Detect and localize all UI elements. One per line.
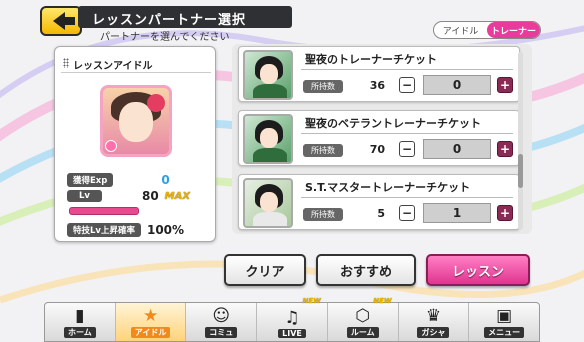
hold-label: 所持数 — [303, 208, 343, 221]
exp-label: 獲得Exp — [67, 173, 114, 187]
nav-menu[interactable]: ▣ メニュー — [469, 303, 539, 341]
thumb-body — [253, 84, 287, 98]
thumb-face — [260, 128, 278, 148]
menu-icon: ▣ — [496, 306, 513, 326]
skill-rate-label: 特技Lv上昇確率 — [67, 223, 141, 237]
trainer-thumbnail — [243, 50, 293, 100]
live-icon: ♫ — [284, 308, 300, 328]
lesson-idol-title: レッスンアイドル — [61, 53, 211, 73]
ticket-item[interactable]: 聖夜のベテラントレーナーチケット 所持数 70 − 0 + — [238, 110, 520, 166]
thumb-body — [253, 212, 287, 226]
bottom-nav: ▮ ホーム ★ アイドル ☺ コミュ NEW ♫ LIVE NEW ⬡ ルーム … — [44, 297, 540, 342]
nav-live-label: LIVE — [278, 329, 306, 338]
max-tag: MAX — [164, 190, 191, 202]
partner-type-toggle: アイドル トレーナー — [433, 21, 541, 39]
nav-idol[interactable]: ★ アイドル — [115, 303, 187, 341]
lv-value: 80 — [141, 189, 159, 203]
increase-button[interactable]: + — [497, 77, 513, 93]
exp-value: 0 — [161, 173, 170, 187]
scrollbar-thumb[interactable] — [518, 154, 523, 188]
ticket-name: 聖夜のトレーナーチケット — [305, 53, 437, 66]
ticket-name: 聖夜のベテラントレーナーチケット — [305, 117, 481, 130]
skill-rate-value: 100% — [146, 223, 185, 237]
hold-count: 36 — [369, 79, 385, 92]
decrease-button[interactable]: − — [399, 141, 415, 157]
nav-home[interactable]: ▮ ホーム — [45, 303, 116, 341]
increase-button[interactable]: + — [497, 205, 513, 221]
clear-button[interactable]: クリア — [224, 254, 306, 286]
trainer-thumbnail — [243, 178, 293, 228]
toggle-idol[interactable]: アイドル — [434, 22, 487, 38]
gacha-icon: ♛ — [425, 306, 442, 326]
portrait-flower — [147, 94, 165, 112]
thumb-face — [260, 64, 278, 84]
divider — [301, 197, 513, 198]
quantity-field[interactable]: 0 — [423, 75, 491, 95]
hold-count: 70 — [369, 143, 385, 156]
list-scrollbar[interactable] — [518, 52, 523, 230]
ticket-list[interactable]: 聖夜のトレーナーチケット 所持数 36 − 0 + 聖夜のベテラントレーナーチケ… — [232, 44, 532, 234]
page-title: レッスンパートナー選択 — [78, 6, 292, 28]
new-badge: NEW — [302, 297, 321, 305]
ticket-item[interactable]: S.T.マスタートレーナーチケット 所持数 5 − 1 + — [238, 174, 520, 230]
back-button[interactable] — [40, 6, 82, 36]
quantity-field[interactable]: 0 — [423, 139, 491, 159]
lesson-idol-title-text: レッスンアイドル — [73, 61, 153, 72]
nav-idol-label: アイドル — [130, 327, 171, 338]
decrease-button[interactable]: − — [399, 77, 415, 93]
lesson-idol-panel: レッスンアイドル 獲得Exp 0 Lv 80 MAX 特技Lv上昇確率 100% — [54, 46, 216, 242]
thumb-body — [253, 148, 287, 162]
hold-label: 所持数 — [303, 80, 343, 93]
nav-commu-label: コミュ — [205, 327, 238, 338]
ticket-item[interactable]: 聖夜のトレーナーチケット 所持数 36 − 0 + — [238, 46, 520, 102]
exp-gauge — [69, 207, 139, 215]
thumb-face — [260, 192, 278, 212]
commu-icon: ☺ — [212, 306, 231, 326]
lv-label: Lv — [67, 190, 102, 202]
idol-icon: ★ — [142, 306, 159, 326]
page-subtitle: パートナーを選んでください — [100, 32, 230, 43]
exp-row: 獲得Exp 0 — [67, 173, 170, 187]
nav-commu[interactable]: ☺ コミュ — [186, 303, 258, 341]
lesson-button[interactable]: レッスン — [426, 254, 530, 286]
quantity-field[interactable]: 1 — [423, 203, 491, 223]
toggle-trainer[interactable]: トレーナー — [487, 22, 540, 38]
nav-gacha[interactable]: ♛ ガシャ — [399, 303, 470, 341]
new-badge: NEW — [373, 297, 392, 305]
nav-home-label: ホーム — [63, 327, 96, 338]
hold-count: 5 — [377, 207, 385, 220]
dots-icon — [63, 58, 69, 68]
attribute-badge-icon — [105, 140, 117, 152]
idol-portrait[interactable] — [100, 85, 172, 157]
skill-rate-row: 特技Lv上昇確率 100% — [67, 223, 184, 237]
home-icon: ▮ — [75, 306, 85, 326]
room-icon: ⬡ — [355, 306, 371, 326]
hold-label: 所持数 — [303, 144, 343, 157]
nav-gacha-label: ガシャ — [417, 327, 450, 338]
nav-room-label: ルーム — [346, 327, 379, 338]
nav-menu-label: メニュー — [484, 327, 525, 338]
back-arrow-icon — [53, 12, 75, 30]
nav-live[interactable]: NEW ♫ LIVE — [257, 297, 328, 341]
trainer-thumbnail — [243, 114, 293, 164]
divider — [301, 69, 513, 70]
nav-room[interactable]: NEW ⬡ ルーム — [328, 297, 399, 341]
recommend-button[interactable]: おすすめ — [316, 254, 416, 286]
lv-row: Lv 80 MAX — [67, 189, 190, 203]
increase-button[interactable]: + — [497, 141, 513, 157]
decrease-button[interactable]: − — [399, 205, 415, 221]
divider — [301, 133, 513, 134]
ticket-name: S.T.マスタートレーナーチケット — [305, 181, 471, 194]
